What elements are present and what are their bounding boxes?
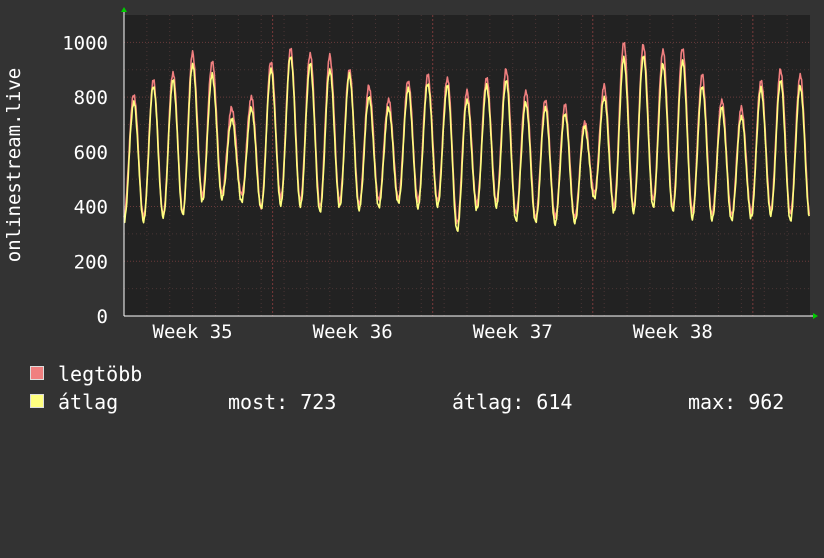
line-chart: 0 200 400 600 800 1000 Week 35 Week 36 Week 37 We…	[3, 7, 818, 343]
x-tick-label: Week 37	[473, 321, 553, 343]
y-axis-label: onlinestream.live	[3, 68, 25, 262]
chart-canvas: 0 200 400 600 800 1000 Week 35 Week 36 Week 37 We…	[0, 0, 824, 430]
x-tick-label: Week 38	[633, 321, 713, 343]
stat-average: átlag: 614	[452, 390, 573, 414]
stat-most: most: 723	[228, 390, 337, 414]
y-tick-label: 1000	[62, 32, 108, 54]
y-axis-arrow	[121, 7, 127, 12]
legend-swatch-avg	[30, 394, 44, 408]
x-tick-label: Week 36	[313, 321, 393, 343]
stat-max: max: 962	[688, 390, 785, 414]
y-tick-label: 0	[97, 306, 108, 328]
legend-swatch-max	[30, 366, 44, 380]
legend-row-max: legtöbb	[30, 362, 142, 386]
y-tick-label: 600	[74, 142, 108, 164]
x-axis-arrow	[813, 313, 818, 319]
legend-row-avg: átlag most: 723 átlag: 614 max: 962	[30, 390, 810, 414]
x-tick-label: Week 35	[153, 321, 233, 343]
legend-label-max: legtöbb	[58, 362, 143, 386]
y-tick-label: 400	[74, 197, 108, 219]
y-tick-label: 800	[74, 87, 108, 109]
legend-label-avg: átlag	[58, 390, 119, 414]
y-tick-label: 200	[74, 251, 108, 273]
